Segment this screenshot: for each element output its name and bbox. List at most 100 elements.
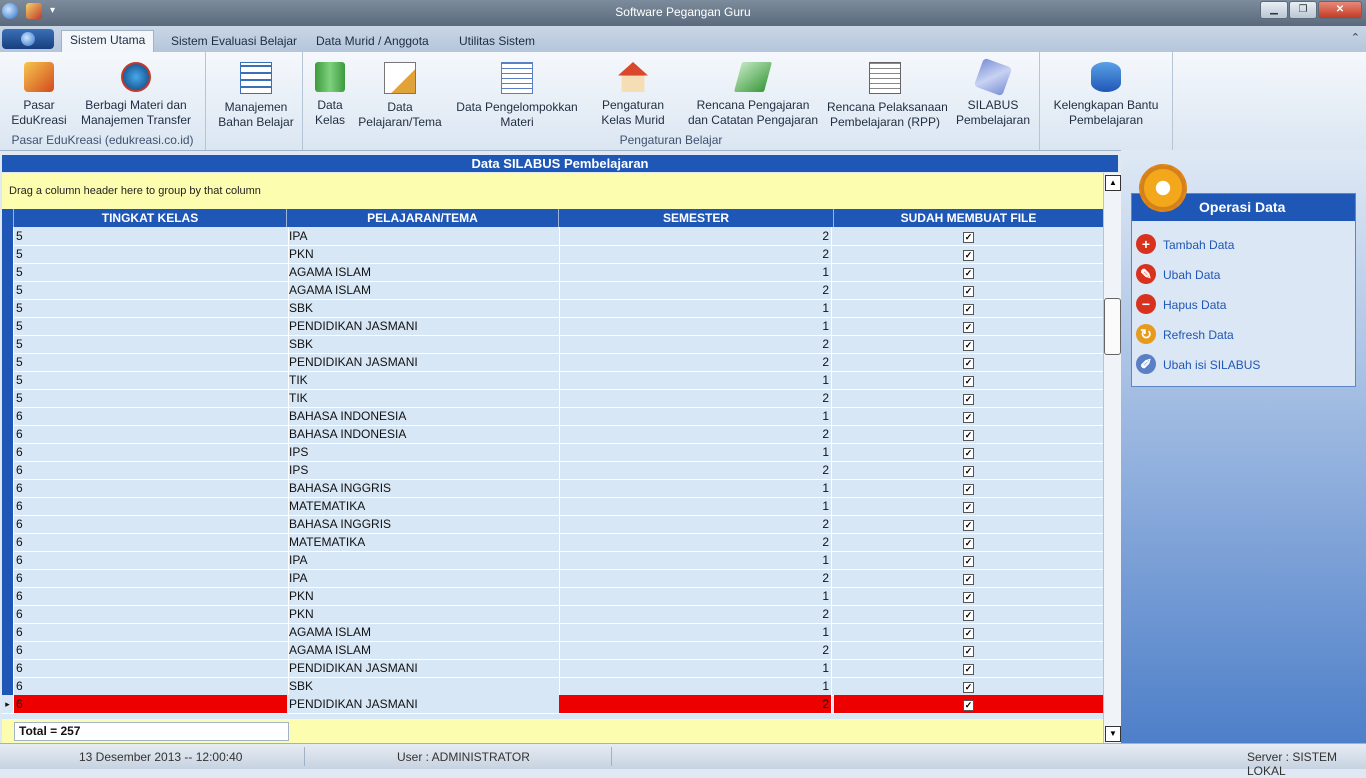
cell-tingkat-kelas[interactable]: 6 [14,479,289,497]
cell-tingkat-kelas[interactable]: 5 [14,371,289,389]
row-indicator[interactable] [2,515,14,533]
cell-pelajaran[interactable]: SBK [287,335,560,353]
file-checkbox[interactable]: ✓ [963,700,974,711]
table-row[interactable]: 6 PKN 1 ✓ [2,587,1103,606]
row-indicator[interactable] [2,497,14,515]
column-header-pelajaran[interactable]: PELAJARAN/TEMA [287,209,559,227]
row-indicator[interactable] [2,479,14,497]
cell-sudah-membuat-file[interactable]: ✓ [834,515,1103,533]
tab-utilitas-sistem[interactable]: Utilitas Sistem [451,32,543,52]
row-indicator[interactable] [2,569,14,587]
row-indicator[interactable] [2,659,14,677]
cell-tingkat-kelas[interactable]: 5 [14,317,289,335]
table-row[interactable]: ▸ 6 PENDIDIKAN JASMANI 2 ✓ [2,695,1103,714]
file-checkbox[interactable]: ✓ [963,682,974,693]
scroll-thumb[interactable] [1104,298,1121,355]
data-pengelompokkan-button[interactable]: Data Pengelompokkan Materi [455,62,579,130]
cell-tingkat-kelas[interactable]: 5 [14,263,289,281]
cell-pelajaran[interactable]: BAHASA INDONESIA [287,407,560,425]
cell-sudah-membuat-file[interactable]: ✓ [834,497,1103,515]
table-row[interactable]: 5 IPA 2 ✓ [2,227,1103,246]
kelengkapan-bantu-button[interactable]: Kelengkapan Bantu Pembelajaran [1048,62,1164,128]
cell-pelajaran[interactable]: PKN [287,587,560,605]
cell-sudah-membuat-file[interactable]: ✓ [834,641,1103,659]
operasi-item-ubah-isi-silabus[interactable]: ✐ Ubah isi SILABUS [1136,354,1351,376]
cell-pelajaran[interactable]: IPS [287,461,560,479]
cell-sudah-membuat-file[interactable]: ✓ [834,479,1103,497]
file-checkbox[interactable]: ✓ [963,376,974,387]
cell-tingkat-kelas[interactable]: 6 [14,497,289,515]
file-checkbox[interactable]: ✓ [963,286,974,297]
file-checkbox[interactable]: ✓ [963,538,974,549]
operasi-item-refresh-data[interactable]: ↻ Refresh Data [1136,324,1351,346]
table-row[interactable]: 5 TIK 2 ✓ [2,389,1103,408]
silabus-pembelajaran-button[interactable]: SILABUS Pembelajaran [955,57,1031,128]
file-checkbox[interactable]: ✓ [963,556,974,567]
cell-sudah-membuat-file[interactable]: ✓ [834,605,1103,623]
cell-tingkat-kelas[interactable]: 6 [14,641,289,659]
cell-pelajaran[interactable]: MATEMATIKA [287,497,560,515]
cell-tingkat-kelas[interactable]: 5 [14,245,289,263]
cell-sudah-membuat-file[interactable]: ✓ [834,407,1103,425]
cell-sudah-membuat-file[interactable]: ✓ [834,317,1103,335]
file-checkbox[interactable]: ✓ [963,592,974,603]
cell-tingkat-kelas[interactable]: 5 [14,353,289,371]
cell-semester[interactable]: 1 [559,443,832,461]
group-by-panel[interactable]: Drag a column header here to group by th… [2,173,1103,209]
data-kelas-button[interactable]: Data Kelas [307,62,353,128]
cell-pelajaran[interactable]: MATEMATIKA [287,533,560,551]
grid-scrollbar[interactable]: ▲ ▼ [1103,173,1121,743]
table-row[interactable]: 6 SBK 1 ✓ [2,677,1103,696]
table-row[interactable]: 6 PKN 2 ✓ [2,605,1103,624]
cell-sudah-membuat-file[interactable]: ✓ [834,335,1103,353]
table-row[interactable]: 6 IPS 2 ✓ [2,461,1103,480]
row-indicator[interactable] [2,677,14,695]
operasi-item-tambah-data[interactable]: + Tambah Data [1136,234,1351,256]
cell-sudah-membuat-file[interactable]: ✓ [834,659,1103,677]
cell-tingkat-kelas[interactable]: 6 [14,677,289,695]
cell-pelajaran[interactable]: PKN [287,605,560,623]
cell-semester[interactable]: 1 [559,317,832,335]
table-row[interactable]: 6 PENDIDIKAN JASMANI 1 ✓ [2,659,1103,678]
row-indicator[interactable] [2,317,14,335]
cell-tingkat-kelas[interactable]: 6 [14,587,289,605]
tab-sistem-utama[interactable]: Sistem Utama [61,30,155,53]
column-header-tingkat-kelas[interactable]: TINGKAT KELAS [14,209,287,227]
file-checkbox[interactable]: ✓ [963,304,974,315]
cell-tingkat-kelas[interactable]: 6 [14,659,289,677]
cell-tingkat-kelas[interactable]: 6 [14,407,289,425]
table-row[interactable]: 6 MATEMATIKA 2 ✓ [2,533,1103,552]
table-row[interactable]: 5 SBK 2 ✓ [2,335,1103,354]
cell-semester[interactable]: 2 [559,335,832,353]
cell-pelajaran[interactable]: PENDIDIKAN JASMANI [287,659,560,677]
silabus-grid[interactable]: TINGKAT KELAS PELAJARAN/TEMA SEMESTER SU… [2,209,1103,719]
cell-tingkat-kelas[interactable]: 6 [14,551,289,569]
cell-semester[interactable]: 1 [559,371,832,389]
cell-semester[interactable]: 1 [559,623,832,641]
manajemen-bahan-belajar-button[interactable]: Manajemen Bahan Belajar [214,62,298,130]
file-checkbox[interactable]: ✓ [963,394,974,405]
cell-pelajaran[interactable]: PKN [287,245,560,263]
row-indicator[interactable] [2,245,14,263]
row-indicator[interactable] [2,443,14,461]
table-row[interactable]: 6 BAHASA INDONESIA 2 ✓ [2,425,1103,444]
cell-semester[interactable]: 2 [559,245,832,263]
row-indicator[interactable] [2,299,14,317]
cell-semester[interactable]: 2 [559,353,832,371]
cell-sudah-membuat-file[interactable]: ✓ [834,227,1103,245]
tab-data-murid[interactable]: Data Murid / Anggota [308,32,437,52]
table-row[interactable]: 5 AGAMA ISLAM 2 ✓ [2,281,1103,300]
row-indicator[interactable] [2,389,14,407]
cell-semester[interactable]: 2 [559,389,832,407]
cell-pelajaran[interactable]: IPA [287,569,560,587]
cell-pelajaran[interactable]: PENDIDIKAN JASMANI [287,317,560,335]
cell-semester[interactable]: 2 [559,695,832,713]
rencana-pengajaran-button[interactable]: Rencana Pengajaran dan Catatan Pengajara… [683,62,823,128]
rpp-button[interactable]: Rencana Pelaksanaan Pembelajaran (RPP) [827,62,948,130]
file-checkbox[interactable]: ✓ [963,484,974,495]
cell-pelajaran[interactable]: AGAMA ISLAM [287,263,560,281]
cell-semester[interactable]: 2 [559,515,832,533]
cell-tingkat-kelas[interactable]: 6 [14,461,289,479]
cell-tingkat-kelas[interactable]: 6 [14,605,289,623]
cell-semester[interactable]: 1 [559,677,832,695]
